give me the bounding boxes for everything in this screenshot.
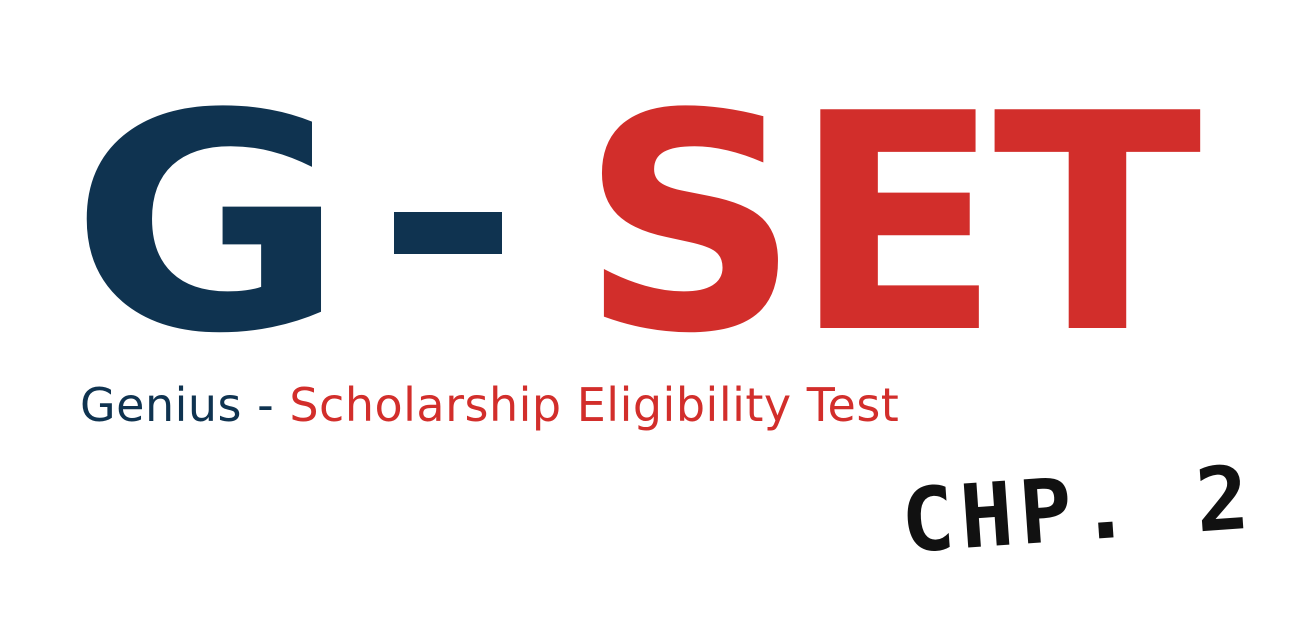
g-set-logo: G SET: [70, 75, 1202, 375]
logo-dash: [394, 212, 503, 254]
tagline: Genius - Scholarship Eligibility Test: [80, 382, 899, 428]
tagline-scholarship: Scholarship Eligibility Test: [289, 378, 900, 432]
logo-letters-set: SET: [580, 50, 1202, 399]
logo-letter-g: G: [70, 50, 346, 399]
tagline-genius: Genius -: [80, 378, 290, 432]
chapter-label: CHP. 2: [897, 445, 1259, 573]
